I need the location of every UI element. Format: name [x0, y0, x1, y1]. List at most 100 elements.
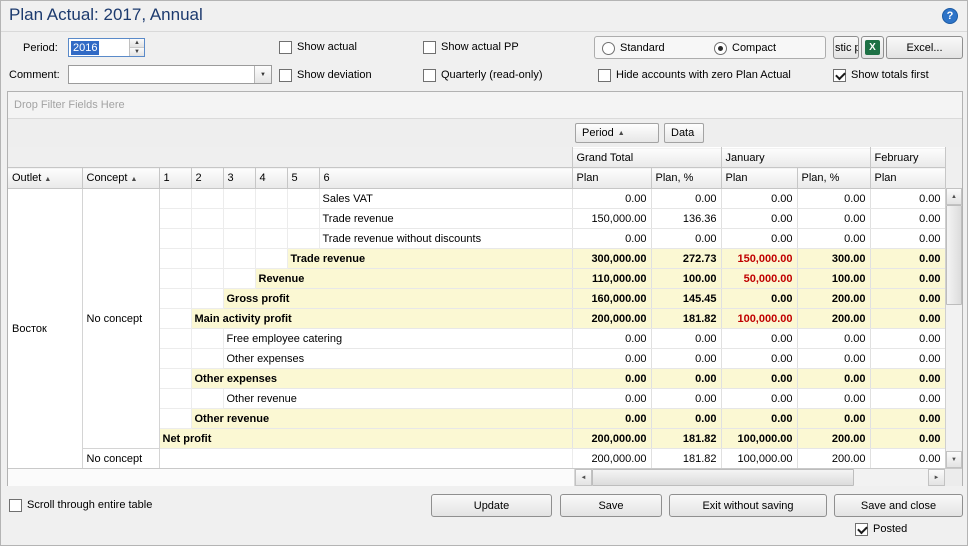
period-field-button[interactable]: Period ▲ — [575, 123, 659, 143]
value-cell[interactable]: 0.00 — [721, 369, 797, 389]
scroll-left-button[interactable]: ◄ — [575, 469, 592, 486]
horizontal-scroll-track[interactable] — [592, 469, 928, 486]
value-cell[interactable]: 100.00 — [797, 269, 870, 289]
row-label-cell[interactable]: Net profit — [159, 429, 572, 449]
value-cell[interactable]: 0.00 — [651, 329, 721, 349]
value-cell[interactable]: 100,000.00 — [721, 429, 797, 449]
spin-down-icon[interactable]: ▼ — [130, 48, 144, 56]
data-field-button[interactable]: Data — [664, 123, 704, 143]
outlet-value-cell[interactable]: Восток — [8, 189, 82, 469]
row-label-cell[interactable]: Sales VAT — [319, 189, 572, 209]
save-and-close-button[interactable]: Save and close — [834, 494, 963, 517]
value-cell[interactable]: 0.00 — [651, 389, 721, 409]
value-cell[interactable]: 0.00 — [721, 229, 797, 249]
scroll-right-button[interactable]: ► — [928, 469, 945, 486]
concept-field-header[interactable]: Concept ▲ — [82, 168, 159, 189]
value-cell[interactable]: 0.00 — [572, 229, 651, 249]
value-cell[interactable]: 0.00 — [572, 409, 651, 429]
filter-drop-area[interactable]: Drop Filter Fields Here — [8, 92, 962, 119]
update-button[interactable]: Update — [431, 494, 552, 517]
tree-col-header-6[interactable]: 6 — [319, 168, 572, 189]
value-cell[interactable]: 0.00 — [721, 389, 797, 409]
column-group-february[interactable]: February — [870, 148, 945, 168]
tree-col-header-1[interactable]: 1 — [159, 168, 191, 189]
checkbox-box[interactable] — [279, 41, 292, 54]
value-cell[interactable]: 0.00 — [797, 209, 870, 229]
value-cell[interactable]: 181.82 — [651, 449, 721, 469]
value-cell[interactable]: 0.00 — [797, 349, 870, 369]
vertical-scroll-thumb[interactable] — [946, 205, 962, 305]
concept-value-cell[interactable]: No concept — [82, 189, 159, 449]
period-value[interactable]: 2016 — [71, 41, 99, 55]
excel-icon-button[interactable]: X — [861, 36, 884, 59]
value-cell[interactable]: 100,000.00 — [721, 309, 797, 329]
row-label-cell[interactable]: Other expenses — [223, 349, 572, 369]
value-cell[interactable]: 0.00 — [797, 409, 870, 429]
value-cell[interactable]: 150,000.00 — [721, 249, 797, 269]
value-cell[interactable]: 100,000.00 — [721, 449, 797, 469]
tree-col-header-5[interactable]: 5 — [287, 168, 319, 189]
value-header[interactable]: Plan, % — [797, 168, 870, 189]
value-cell[interactable]: 300.00 — [797, 249, 870, 269]
show-deviation-checkbox[interactable]: Show deviation — [279, 68, 372, 82]
value-cell[interactable]: 0.00 — [721, 289, 797, 309]
value-cell[interactable]: 0.00 — [870, 249, 945, 269]
hide-zero-checkbox[interactable]: Hide accounts with zero Plan Actual — [598, 68, 791, 82]
excel-export-button[interactable]: Excel... — [886, 36, 963, 59]
standard-radio[interactable]: Standard — [602, 41, 665, 55]
value-cell[interactable]: 200,000.00 — [572, 429, 651, 449]
exit-without-saving-button[interactable]: Exit without saving — [669, 494, 827, 517]
value-cell[interactable]: 110,000.00 — [572, 269, 651, 289]
row-label-cell[interactable]: Trade revenue — [319, 209, 572, 229]
value-cell[interactable]: 0.00 — [870, 329, 945, 349]
row-label-cell[interactable]: Other revenue — [191, 409, 572, 429]
value-cell[interactable]: 0.00 — [721, 409, 797, 429]
value-cell[interactable]: 0.00 — [797, 229, 870, 249]
period-input-area[interactable] — [99, 39, 129, 56]
value-cell[interactable]: 0.00 — [797, 189, 870, 209]
tree-col-header-2[interactable]: 2 — [191, 168, 223, 189]
value-cell[interactable]: 150,000.00 — [572, 209, 651, 229]
value-cell[interactable]: 0.00 — [572, 389, 651, 409]
value-cell[interactable]: 200.00 — [797, 429, 870, 449]
value-cell[interactable]: 0.00 — [651, 369, 721, 389]
show-totals-first-checkbox[interactable]: Show totals first — [833, 68, 929, 82]
value-cell[interactable]: 145.45 — [651, 289, 721, 309]
checkbox-box[interactable] — [423, 41, 436, 54]
value-cell[interactable]: 200.00 — [797, 449, 870, 469]
row-label-cell[interactable]: Free employee catering — [223, 329, 572, 349]
comment-value[interactable] — [69, 66, 254, 83]
checkbox-box[interactable] — [279, 69, 292, 82]
radio-circle[interactable] — [714, 42, 727, 55]
compact-radio[interactable]: Compact — [714, 41, 776, 55]
value-cell[interactable]: 0.00 — [721, 349, 797, 369]
dropdown-arrow-icon[interactable]: ▼ — [254, 66, 271, 83]
value-cell[interactable]: 0.00 — [572, 369, 651, 389]
value-cell[interactable]: 0.00 — [870, 189, 945, 209]
value-cell[interactable]: 0.00 — [870, 389, 945, 409]
spin-up-icon[interactable]: ▲ — [130, 39, 144, 48]
value-cell[interactable]: 200,000.00 — [572, 309, 651, 329]
value-cell[interactable]: 0.00 — [572, 189, 651, 209]
value-cell[interactable]: 0.00 — [870, 429, 945, 449]
value-cell[interactable]: 0.00 — [870, 289, 945, 309]
row-label-cell[interactable]: Other expenses — [191, 369, 572, 389]
row-label-cell[interactable]: Main activity profit — [191, 309, 572, 329]
save-button[interactable]: Save — [560, 494, 662, 517]
value-header[interactable]: Plan — [870, 168, 945, 189]
scroll-entire-table-checkbox[interactable]: Scroll through entire table — [9, 498, 152, 512]
horizontal-scrollbar[interactable]: ◄ ► — [575, 469, 945, 486]
row-label-cell[interactable]: Revenue — [255, 269, 572, 289]
value-cell[interactable]: 0.00 — [651, 409, 721, 429]
value-cell[interactable]: 0.00 — [651, 349, 721, 369]
tree-col-header-3[interactable]: 3 — [223, 168, 255, 189]
value-cell[interactable]: 0.00 — [870, 309, 945, 329]
value-cell[interactable]: 272.73 — [651, 249, 721, 269]
row-label-cell[interactable]: Trade revenue — [287, 249, 572, 269]
checkbox-box[interactable] — [855, 523, 868, 536]
value-cell[interactable]: 0.00 — [870, 409, 945, 429]
value-cell[interactable]: 50,000.00 — [721, 269, 797, 289]
comment-combobox[interactable]: ▼ — [68, 65, 272, 84]
value-cell[interactable]: 0.00 — [572, 329, 651, 349]
row-label-cell[interactable]: Trade revenue without discounts — [319, 229, 572, 249]
